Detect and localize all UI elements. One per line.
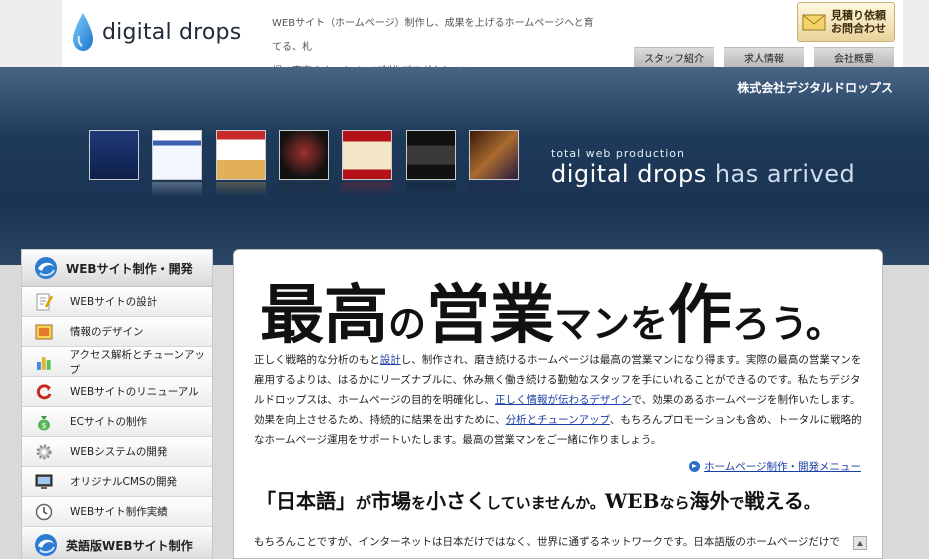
headline2-part: 市場 [371,489,412,513]
portfolio-thumbnail-6[interactable] [406,130,456,180]
swirl-logo-icon [35,257,57,279]
headline2-part: していませんか。 [486,494,605,512]
arrow-right-icon [689,461,701,472]
sidebar-item-ec-site[interactable]: $ ECサイトの制作 [22,407,212,437]
quote-contact-button[interactable]: 見積り依頼 お問合わせ [797,2,895,42]
thumbnail-reflection-7 [469,182,519,196]
nav-tab-recruit[interactable]: 求人情報 [724,47,804,67]
menu-link-text: ホームページ制作・開発メニュー [704,461,861,473]
nav-tab-company[interactable]: 会社概要 [814,47,894,67]
quote-button-line-2: お問合わせ [831,22,886,35]
scroll-up-button[interactable] [853,536,867,550]
svg-text:$: $ [41,421,46,430]
headline2-part: が [356,494,372,512]
link-design[interactable]: 設計 [380,354,401,366]
thumbnail-reflection-3 [216,182,266,196]
headline-part: 作 [668,278,733,353]
thumbnail-reflection-5 [342,182,392,196]
sidebar-item-label: ECサイトの制作 [70,416,147,428]
headline2-part: 海外 [689,489,730,513]
headline2-part: 戦える [744,489,804,513]
quote-button-text: 見積り依頼 お問合わせ [831,9,886,35]
refresh-arrow-icon [36,383,52,399]
envelope-icon [802,14,826,31]
portfolio-thumbnail-1[interactable] [89,130,139,180]
headline2-part: 小さく [426,489,487,513]
sidebar-item-label: 情報のデザイン [70,326,144,338]
headline2-part: で [729,494,745,512]
main-content-panel: 最高の営業マンを作ろう。 正しく戦略的な分析のもと設計し、制作され、磨き続けるホ… [233,249,883,559]
sidebar-item-label: オリジナルCMSの開発 [70,476,178,488]
sidebar-section-web-production[interactable]: WEBサイト制作・開発 [22,250,212,287]
tagline-line-1: WEBサイト（ホームページ）制作し、成果を上げるホームページへと育てる、札 [272,18,594,53]
sidebar-item-analytics[interactable]: アクセス解析とチューンアップ [22,347,212,377]
portfolio-thumbnail-7[interactable] [469,130,519,180]
banner-title-tail: has arrived [706,160,856,188]
headline2-part: WEB [604,489,660,513]
main-headline: 最高の営業マンを作ろう。 [260,264,844,356]
hero-banner: 株式会社デジタルドロップス total web production digit… [0,67,929,265]
headline2-part: 「日本語」 [256,489,356,513]
document-pencil-icon [36,293,54,310]
quote-button-line-1: 見積り依頼 [831,9,886,22]
sidebar-item-cms[interactable]: オリジナルCMSの開発 [22,467,212,497]
sidebar-section-title: 英語版WEBサイト制作 [66,538,193,553]
clock-icon [35,503,53,520]
sidebar-item-label: WEBサイトの設計 [70,296,158,308]
banner-shine [0,67,929,137]
banner-subtitle: total web production [551,147,685,160]
headline-part: 営業 [426,278,555,353]
thumbnail-reflection-6 [406,182,456,196]
company-name: 株式会社デジタルドロップス [737,81,893,95]
water-drop-icon [73,13,93,51]
sidebar-section-title: WEBサイト制作・開発 [66,261,193,276]
computer-monitor-icon [35,474,53,489]
global-paragraph: もちろんことですが、インターネットは日本だけではなく、世界に通ずるネットワークで… [254,536,840,548]
money-bag-icon: $ [38,415,50,430]
thumbnail-reflection-2 [152,182,202,196]
header-left-shade [0,0,62,67]
banner-title-main: digital drops [551,160,707,188]
menu-link[interactable]: ホームページ制作・開発メニュー [689,459,861,474]
sidebar-item-info-design[interactable]: 情報のデザイン [22,317,212,347]
portfolio-thumbnail-2[interactable] [152,130,202,180]
nav-tab-staff[interactable]: スタッフ紹介 [634,47,714,67]
headline-part: マン [554,301,631,346]
thumbnail-reflection-1 [89,182,139,196]
headline-part: の [388,301,427,346]
headline-part: 最高 [260,278,388,353]
portfolio-thumbnail-4[interactable] [279,130,329,180]
section-headline: 「日本語」が市場を小さくしていませんか。WEBなら海外で戦える。 [256,485,819,514]
picture-frame-icon [35,324,53,339]
banner-title: digital drops has arrived [551,160,855,188]
intro-paragraph: 正しく戦略的な分析のもと設計し、制作され、磨き続けるホームページは最高の営業マン… [254,350,866,450]
headline2-part: を [411,494,427,512]
sidebar-item-label: アクセス解析とチューンアップ [69,348,205,376]
headline-part: ろう。 [732,301,844,346]
sidebar-item-label: WEBサイトのリニューアル [70,386,199,398]
headline2-part: 。 [803,494,819,512]
thumbnail-reflection-4 [279,182,329,196]
gear-icon [36,444,52,459]
sidebar-item-web-system[interactable]: WEBシステムの開発 [22,437,212,467]
header-right-shade [903,0,929,67]
logo-wordmark: digital drops [102,19,242,45]
sidebar-item-renewal[interactable]: WEBサイトのリニューアル [22,377,212,407]
sidebar-item-label: WEBシステムの開発 [70,446,168,458]
sidebar-section-english-site[interactable]: 英語版WEBサイト制作 [22,527,212,559]
link-analytics[interactable]: 分析とチューンアップ [506,414,610,426]
site-logo[interactable]: digital drops [72,12,241,52]
headline-part: を [630,301,669,346]
headline2-part: なら [659,494,690,512]
portfolio-thumbnail-3[interactable] [216,130,266,180]
sidebar-item-site-design[interactable]: WEBサイトの設計 [22,287,212,317]
portfolio-thumbnail-5[interactable] [342,130,392,180]
swirl-logo-icon [35,534,57,556]
sidebar-menu: WEBサイト制作・開発 WEBサイトの設計 情報のデザイン アクセス解析とチュー… [21,249,213,559]
link-info-design[interactable]: 正しく情報が伝わるデザイン [495,394,632,406]
sidebar-item-portfolio[interactable]: WEBサイト制作実績 [22,497,212,527]
intro-text: 正しく戦略的な分析のもと [254,354,380,366]
sidebar-item-label: WEBサイト制作実績 [70,506,168,518]
bar-graph-icon [36,356,51,370]
